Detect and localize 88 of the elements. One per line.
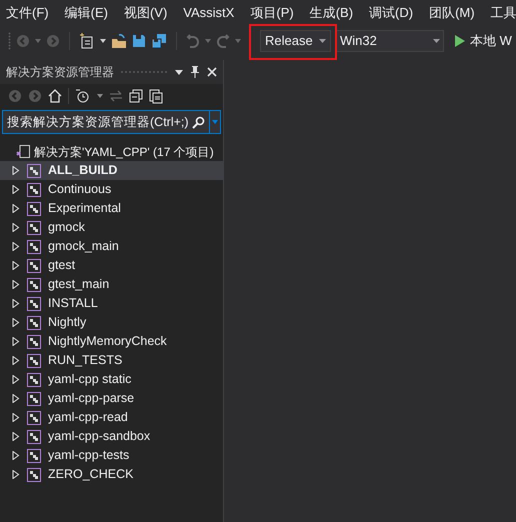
menu-item[interactable]: VAssistX [183,3,234,23]
redo-icon[interactable] [216,34,230,48]
project-icon [27,240,41,254]
search-field[interactable]: 搜索解决方案资源管理器(Ctrl+;) [2,110,221,134]
expand-icon[interactable] [12,223,20,232]
expand-icon[interactable] [12,375,20,384]
menu-item[interactable]: 项目(P) [250,3,294,23]
expand-icon[interactable] [12,394,20,403]
caret-icon[interactable] [100,39,106,43]
expand-icon[interactable] [12,204,20,213]
project-row[interactable]: gtest_main [0,275,223,294]
save-icon[interactable] [132,34,146,48]
caret-icon [212,120,218,124]
project-icon [27,468,41,482]
project-icon [27,392,41,406]
project-row[interactable]: gmock [0,218,223,237]
collapse-icon[interactable] [129,89,143,103]
project-icon [27,182,41,196]
panel-title: 解决方案资源管理器 [6,64,114,81]
expand-icon[interactable] [12,451,20,460]
project-icon [27,334,41,348]
project-row[interactable]: gtest [0,256,223,275]
project-icon [27,410,41,424]
project-row[interactable]: yaml-cpp-sandbox [0,427,223,446]
project-icon [27,354,41,368]
document-icon[interactable] [149,88,163,104]
menu-item[interactable]: 调试(D) [369,3,414,23]
project-row[interactable]: Nightly [0,313,223,332]
project-row[interactable]: yaml-cpp static [0,370,223,389]
project-icon [27,278,41,292]
caret-icon [433,39,440,43]
menu-item[interactable]: 视图(V) [124,3,168,23]
expand-icon[interactable] [12,299,20,308]
project-row[interactable]: gmock_main [0,237,223,256]
menu-item[interactable]: 团队(M) [429,3,475,23]
expand-icon[interactable] [12,166,20,175]
solution-icon [16,145,30,158]
sync-icon[interactable] [109,90,123,102]
menu-item[interactable]: 生成(B) [310,3,354,23]
dropdown-icon[interactable] [175,70,183,74]
menu-item[interactable]: 工具 [490,3,516,23]
project-icon [27,316,41,330]
caret-icon [319,39,326,43]
search-icon[interactable] [192,116,205,128]
project-icon [27,372,41,386]
expand-icon[interactable] [12,185,20,194]
expand-icon[interactable] [12,280,20,289]
project-row[interactable]: ALL_BUILD [0,161,223,180]
expand-icon[interactable] [12,432,20,441]
expand-icon[interactable] [12,356,20,365]
menu-item[interactable]: 编辑(E) [64,3,108,23]
expand-icon[interactable] [12,470,20,479]
play-icon[interactable] [455,35,465,47]
history-icon[interactable] [75,89,91,103]
home-icon[interactable] [48,89,62,103]
project-row[interactable]: yaml-cpp-read [0,408,223,427]
save-all-icon[interactable] [151,33,167,49]
new-project-icon[interactable] [79,33,95,49]
project-icon [27,164,41,178]
menu-item[interactable]: 文件(F) [6,3,49,23]
project-row[interactable]: NightlyMemoryCheck [0,332,223,351]
project-row[interactable]: yaml-cpp-tests [0,446,223,465]
folder-icon[interactable] [111,34,127,48]
platform-dropdown[interactable]: Win32 [336,30,444,52]
project-icon [27,202,41,216]
project-row[interactable]: INSTALL [0,294,223,313]
caret-icon[interactable] [97,94,103,98]
close-icon[interactable] [207,67,217,77]
project-icon [27,296,41,310]
project-row[interactable]: yaml-cpp-parse [0,389,223,408]
expand-icon[interactable] [12,242,20,251]
project-icon [27,430,41,444]
expand-icon[interactable] [12,413,20,422]
expand-icon[interactable] [12,261,20,270]
pin-icon[interactable] [190,66,200,78]
run-button[interactable]: 本地 W [470,31,512,51]
project-row[interactable]: Continuous [0,180,223,199]
undo-icon[interactable] [186,34,200,48]
project-row[interactable]: Experimental [0,199,223,218]
configuration-dropdown[interactable]: Release [260,30,331,52]
project-icon [27,448,41,462]
expand-icon[interactable] [12,318,20,327]
project-row[interactable]: ZERO_CHECK [0,465,223,484]
project-icon [27,220,41,234]
project-icon [27,258,41,272]
solution-label[interactable]: 解决方案'YAML_CPP' (17 个项目) [34,142,214,160]
expand-icon[interactable] [12,337,20,346]
project-row[interactable]: RUN_TESTS [0,351,223,370]
